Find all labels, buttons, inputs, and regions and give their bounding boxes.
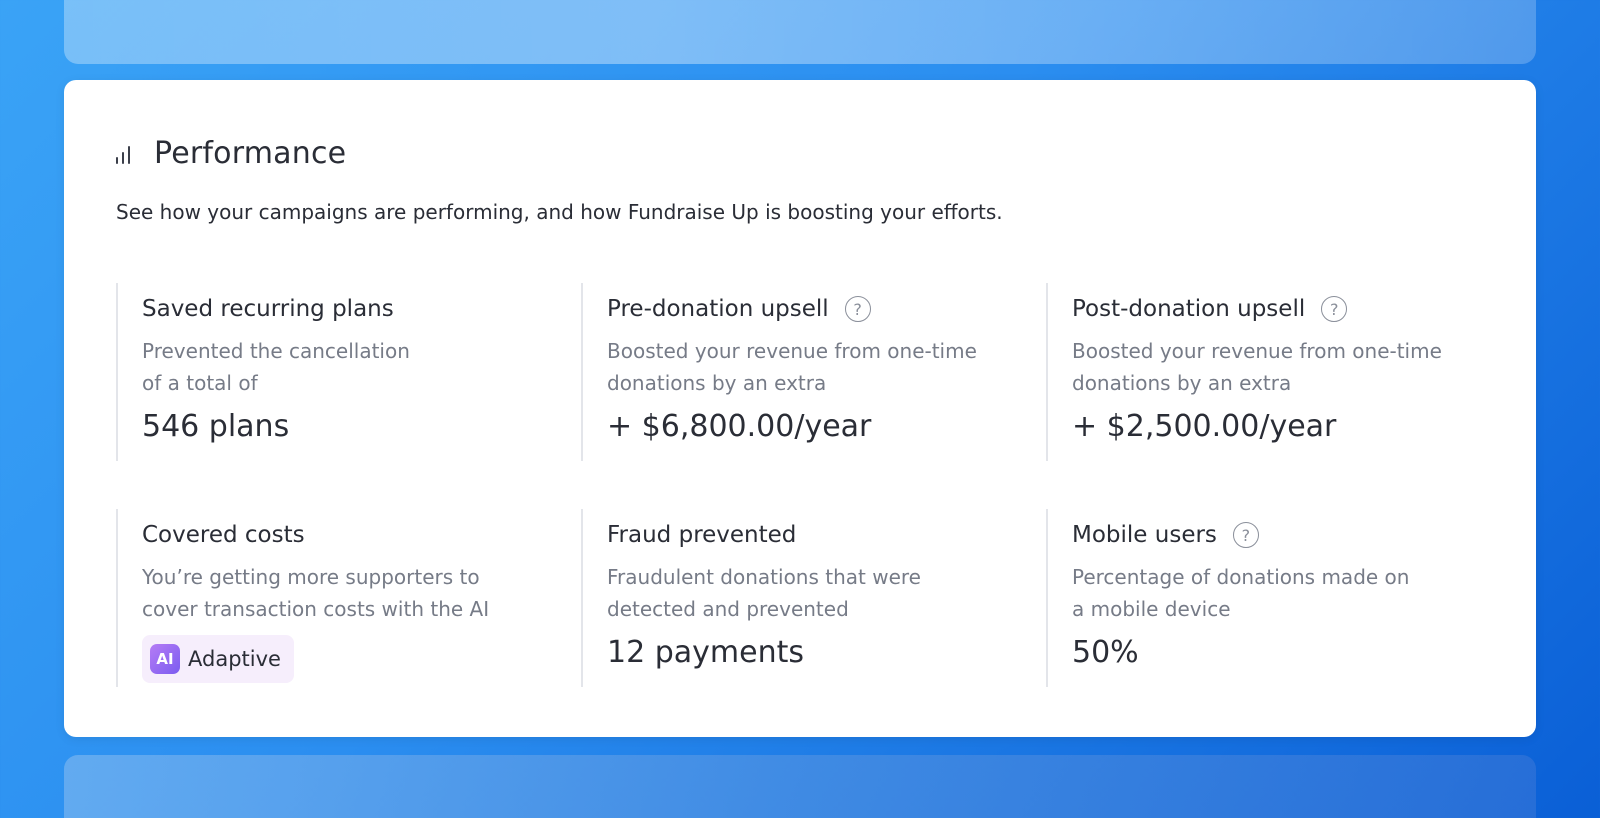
metric-value: + $2,500.00/year [1072,409,1337,444]
bar-chart-icon [116,144,136,164]
section-title: Performance [154,136,347,171]
card-header: Performance [116,136,346,171]
metric-value: 50% [1072,635,1139,670]
performance-card: Performance See how your campaigns are p… [64,80,1536,737]
metric-value: 12 payments [607,635,804,670]
ai-adaptive-badge[interactable]: AI Adaptive [142,635,294,683]
description-line: Fraudulent donations that were [607,565,921,589]
help-icon[interactable]: ? [1321,296,1348,322]
description-line: detected and prevented [607,597,849,621]
description-line: Boosted your revenue from one-time [607,339,977,363]
metric-value: 546 plans [142,409,290,444]
description-line: donations by an extra [1072,371,1292,395]
metric-fraud-prevented: Fraud prevented Fraudulent donations tha… [581,509,1046,687]
description-line: Percentage of donations made on [1072,565,1410,589]
section-subtitle: See how your campaigns are performing, a… [116,200,1003,224]
metric-pre-donation-upsell: Pre-donation upsell ? Boosted your reven… [581,283,1046,461]
next-card [64,755,1536,818]
metric-description: Percentage of donations made on a mobile… [1072,561,1492,625]
metrics-grid: Saved recurring plans Prevented the canc… [116,283,1506,687]
metric-covered-costs: Covered costs You’re getting more suppor… [116,509,581,687]
description-line: Prevented the cancellation [142,339,410,363]
ai-icon: AI [150,644,180,674]
metric-description: Prevented the cancellation of a total of [142,335,562,399]
metric-value: + $6,800.00/year [607,409,872,444]
metric-post-donation-upsell: Post-donation upsell ? Boosted your reve… [1046,283,1506,461]
help-icon[interactable]: ? [1232,522,1259,548]
description-line: Boosted your revenue from one-time [1072,339,1442,363]
metric-saved-recurring-plans: Saved recurring plans Prevented the canc… [116,283,581,461]
metric-title: Fraud prevented [607,522,797,548]
description-line: You’re getting more supporters to [142,565,480,589]
metric-title: Post-donation upsell [1072,296,1306,322]
metric-description: Fraudulent donations that were detected … [607,561,1027,625]
metric-description: Boosted your revenue from one-time donat… [607,335,1027,399]
help-icon[interactable]: ? [844,296,871,322]
metric-title: Pre-donation upsell [607,296,829,322]
metric-mobile-users: Mobile users ? Percentage of donations m… [1046,509,1506,687]
description-line: cover transaction costs with the AI [142,597,490,621]
metric-title: Saved recurring plans [142,296,394,322]
description-line: a mobile device [1072,597,1231,621]
previous-card [64,0,1536,64]
adaptive-label: Adaptive [188,647,281,671]
metric-title: Covered costs [142,522,305,548]
metric-description: You’re getting more supporters to cover … [142,561,562,625]
description-line: of a total of [142,371,258,395]
metric-description: Boosted your revenue from one-time donat… [1072,335,1492,399]
metric-title: Mobile users [1072,522,1217,548]
description-line: donations by an extra [607,371,827,395]
